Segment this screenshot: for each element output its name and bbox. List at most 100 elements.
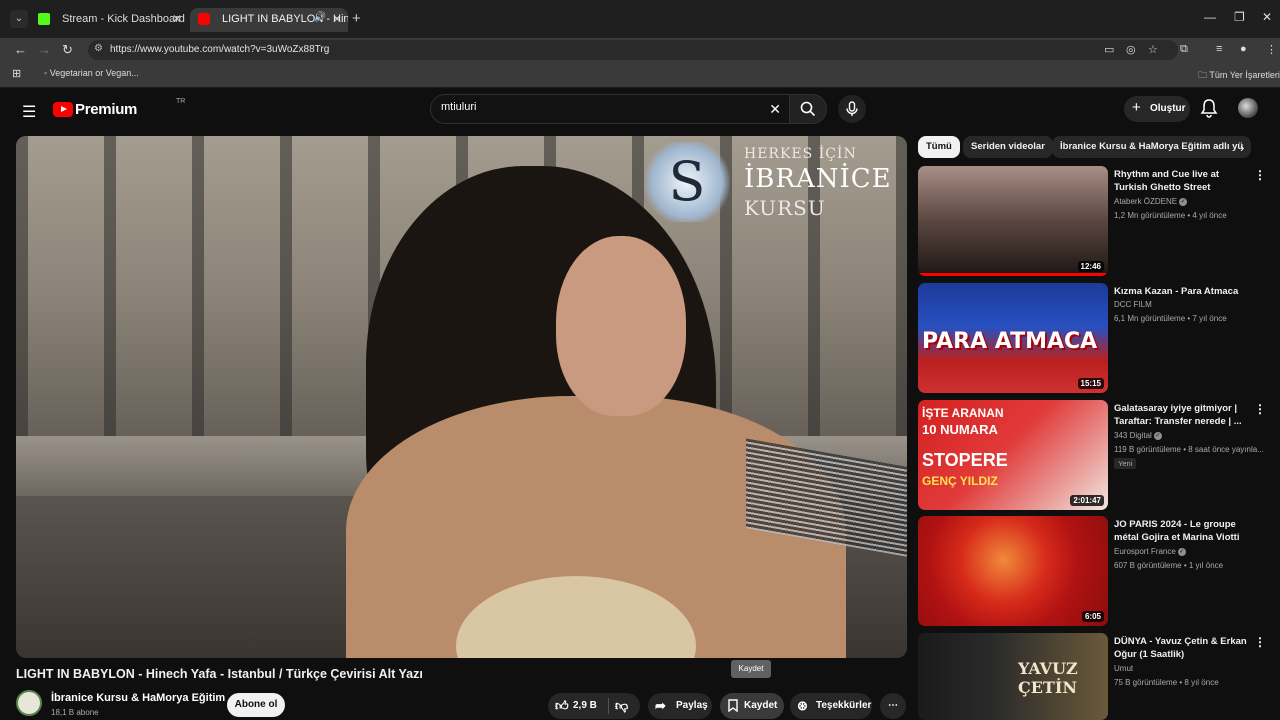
url-field[interactable]: ⚙ https://www.youtube.com/watch?v=3uWoZx… <box>88 40 1178 60</box>
kebab-menu-icon[interactable]: ⋮ <box>1254 402 1266 416</box>
chip-channel[interactable]: İbranice Kursu & HaMorya Eğitim adlı yü <box>1052 136 1252 158</box>
recommendation-meta: 119 B görüntüleme • 8 saat önce yayınla.… <box>1114 445 1264 454</box>
duration-badge: 15:15 <box>1077 378 1104 389</box>
subscribe-button[interactable]: Abone ol <box>227 693 285 717</box>
recommendation-title[interactable]: Rhythm and Cue live at Turkish Ghetto St… <box>1114 168 1248 194</box>
account-avatar[interactable] <box>1238 98 1258 118</box>
video-player[interactable]: S HERKES İÇİN İBRANİCE KURSU <box>16 136 907 658</box>
notifications-bell-icon[interactable] <box>1200 98 1218 118</box>
kebab-menu-icon[interactable]: ⋮ <box>1254 168 1266 182</box>
recommendation-item[interactable]: İŞTE ARANAN 10 NUMARA STOPERE GENÇ YILDI… <box>918 400 1280 512</box>
like-count[interactable]: 2,9 B <box>573 693 597 719</box>
channel-name[interactable]: İbranice Kursu & HaMorya Eğitim <box>51 692 225 704</box>
eye-off-icon[interactable]: ◎ <box>1126 43 1136 56</box>
apps-grid-icon[interactable]: ⊞ <box>12 67 21 80</box>
like-dislike-group: 👍︎ 2,9 B 👎︎ <box>548 693 640 719</box>
close-icon[interactable]: ✕ <box>172 12 182 26</box>
restore-icon[interactable]: ❐ <box>1234 10 1245 24</box>
share-label: Paylaş <box>676 700 708 711</box>
tab-title: LIGHT IN BABYLON - Hinec <box>222 13 348 25</box>
recommendation-item[interactable]: 12:46 Rhythm and Cue live at Turkish Ghe… <box>918 166 1280 278</box>
tab-youtube-video[interactable]: LIGHT IN BABYLON - Hinec 🔊 ✕ <box>190 8 348 32</box>
media-icon[interactable]: ≡ <box>1216 43 1222 55</box>
video-thumbnail[interactable]: 6:05 <box>918 516 1108 626</box>
video-thumbnail[interactable]: İŞTE ARANAN 10 NUMARA STOPERE GENÇ YILDI… <box>918 400 1108 510</box>
recommendation-meta: 607 B görüntüleme • 1 yıl önce <box>1114 561 1224 570</box>
logo-region: TR <box>176 98 186 105</box>
recommendation-channel[interactable]: 343 Digital ✓ <box>1114 431 1162 440</box>
youtube-favicon-icon <box>198 13 210 25</box>
bookmark-item[interactable]: ▪ Vegetarian or Vegan... <box>44 68 139 78</box>
recommendation-meta: 6,1 Mn görüntüleme • 7 yıl önce <box>1114 314 1227 323</box>
thanks-button[interactable]: ⊛ Teşekkürler <box>790 693 872 719</box>
back-arrow-icon[interactable]: ← <box>14 42 27 57</box>
site-info-icon[interactable]: ⚙ <box>94 43 103 54</box>
more-actions-button[interactable]: ⋯ <box>880 693 906 719</box>
close-icon[interactable]: ✕ <box>332 12 342 26</box>
create-label: Oluştur <box>1150 103 1186 114</box>
new-tab-plus-icon[interactable]: + <box>352 10 361 27</box>
search-input[interactable] <box>441 101 761 113</box>
video-title: LIGHT IN BABYLON - Hinech Yafa - Istanbu… <box>16 667 423 681</box>
hamburger-menu-icon[interactable]: ☰ <box>22 102 36 122</box>
voice-search-button[interactable] <box>838 95 866 123</box>
kebab-menu-icon[interactable]: ⋮ <box>1266 43 1277 56</box>
video-thumbnail[interactable]: PARA ATMACA 15:15 <box>918 283 1108 393</box>
bookmark-star-icon[interactable]: ☆ <box>1148 43 1158 56</box>
recommendation-item[interactable]: 6:05 JO PARIS 2024 - Le groupe métal Goj… <box>918 516 1280 628</box>
search-button[interactable] <box>789 94 827 124</box>
window-close-icon[interactable]: ✕ <box>1262 10 1272 24</box>
watermark-line1: HERKES İÇİN <box>744 146 857 162</box>
recommendation-channel[interactable]: Ataberk ÖZDENE ✓ <box>1114 197 1188 206</box>
video-thumbnail[interactable]: YAVUZ ÇETİN <box>918 633 1108 720</box>
channel-text: Eurosport France <box>1114 547 1176 556</box>
url-text: https://www.youtube.com/watch?v=3uWoZx88… <box>110 44 330 55</box>
thumbnail-text: YAVUZ ÇETİN <box>1018 659 1078 697</box>
recommendation-title[interactable]: JO PARIS 2024 - Le groupe métal Gojira e… <box>1114 518 1248 544</box>
video-thumbnail[interactable]: 12:46 <box>918 166 1108 276</box>
recommendation-title[interactable]: Kızma Kazan - Para Atmaca <box>1114 285 1248 298</box>
channel-avatar[interactable] <box>16 690 42 716</box>
chip-all[interactable]: Tümü <box>918 136 960 158</box>
recommendation-channel[interactable]: Umut <box>1114 664 1133 673</box>
forward-arrow-icon[interactable]: → <box>38 42 51 57</box>
reload-icon[interactable]: ↻ <box>62 42 73 58</box>
verified-check-icon: ✓ <box>1179 197 1188 206</box>
recommendation-title[interactable]: Galatasaray iyiye gitmiyor | Taraftar: T… <box>1114 402 1248 428</box>
channel-text: 343 Digital <box>1114 431 1152 440</box>
search-box: ✕ <box>430 94 790 124</box>
recommendation-meta: 75 B görüntüleme • 8 yıl önce <box>1114 678 1219 687</box>
channel-text: Ataberk ÖZDENE <box>1114 197 1178 206</box>
speaker-icon[interactable]: 🔊 <box>314 12 326 23</box>
thumbnail-text: İŞTE ARANAN <box>922 406 1004 420</box>
recommendation-item[interactable]: PARA ATMACA 15:15 Kızma Kazan - Para Atm… <box>918 283 1280 395</box>
share-arrow-icon: ➦ <box>655 698 666 713</box>
thumbs-down-icon[interactable]: 👎︎ <box>615 693 628 719</box>
duration-badge: 12:46 <box>1077 261 1104 272</box>
clear-search-icon[interactable]: ✕ <box>769 101 781 118</box>
cast-icon[interactable]: ▭ <box>1104 43 1114 56</box>
recommendation-title[interactable]: DÜNYA - Yavuz Çetin & Erkan Oğur (1 Saat… <box>1114 635 1248 661</box>
create-button[interactable]: + Oluştur <box>1124 96 1190 122</box>
recommendation-item[interactable]: YAVUZ ÇETİN DÜNYA - Yavuz Çetin & Erkan … <box>918 633 1280 720</box>
share-button[interactable]: ➦ Paylaş <box>648 693 712 719</box>
watch-progress-bar <box>918 273 1108 276</box>
recommendation-meta: 1,2 Mn görüntüleme • 4 yıl önce <box>1114 211 1227 220</box>
profile-icon[interactable]: ● <box>1240 43 1247 55</box>
thumbs-up-icon[interactable]: 👍︎ <box>555 693 569 719</box>
thumbnail-text: STOPERE <box>922 450 1008 470</box>
minimize-icon[interactable]: — <box>1204 10 1216 24</box>
save-button[interactable]: Kaydet <box>720 693 784 719</box>
tab-kick-dashboard[interactable]: Stream - Kick Dashboard ✕ <box>30 8 188 32</box>
chip-series[interactable]: Seriden videolar <box>963 136 1053 158</box>
tab-title: Stream - Kick Dashboard <box>62 13 185 25</box>
kebab-menu-icon[interactable]: ⋮ <box>1254 635 1266 649</box>
extensions-icon[interactable]: ⧉ <box>1180 43 1188 56</box>
recommendation-channel[interactable]: Eurosport France ✓ <box>1114 547 1186 556</box>
like-divider <box>608 698 609 714</box>
recommendation-channel[interactable]: DCC FILM <box>1114 300 1152 309</box>
save-label: Kaydet <box>744 700 778 711</box>
tab-search-icon[interactable]: ⌄ <box>10 10 28 28</box>
all-bookmarks-folder[interactable]: 🗀 Tüm Yer İşaretleri <box>1198 68 1280 84</box>
chevron-right-icon[interactable]: › <box>1240 140 1244 155</box>
